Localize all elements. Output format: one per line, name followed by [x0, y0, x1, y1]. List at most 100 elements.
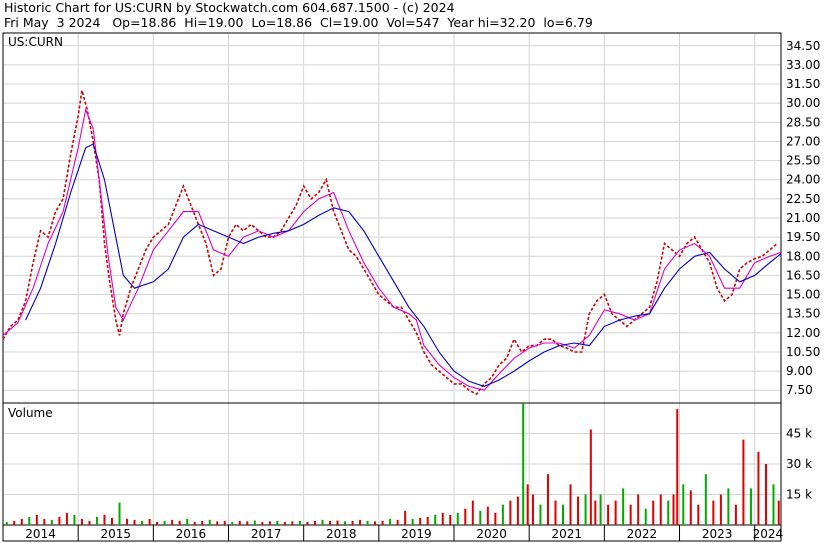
- volume-bar: [749, 488, 752, 525]
- volume-bar: [554, 500, 557, 525]
- volume-bar: [426, 516, 429, 525]
- volume-tick-labels: 45 k 30 k 15 k: [786, 427, 812, 502]
- volume-bar: [727, 488, 730, 525]
- volume-bar: [659, 494, 662, 525]
- volume-bar: [607, 504, 610, 525]
- volume-bar: [298, 520, 301, 525]
- volume-bar: [110, 517, 113, 525]
- volume-bar: [381, 520, 384, 525]
- year-tick-label: 2016: [176, 527, 207, 541]
- volume-bar: [88, 520, 91, 525]
- volume-tick-label: 30 k: [786, 457, 812, 471]
- price-tick-label: 19.50: [786, 230, 820, 244]
- volume-tick-label: 45 k: [786, 427, 812, 441]
- volume-bar: [5, 521, 8, 525]
- price-series: [2, 90, 782, 396]
- volume-bar: [344, 521, 347, 525]
- volume-bar: [697, 504, 700, 525]
- volume-bar: [276, 520, 279, 525]
- volume-bar: [389, 518, 392, 525]
- volume-bar: [95, 516, 98, 525]
- volume-bar: [486, 506, 489, 525]
- year-tick-label: 2017: [251, 527, 282, 541]
- volume-bar: [178, 520, 181, 525]
- volume-bar: [268, 521, 271, 525]
- volume-bar: [231, 521, 234, 525]
- year-grid: [77, 33, 756, 541]
- volume-bar: [599, 494, 602, 525]
- volume-bar: [163, 520, 166, 525]
- volume-bar: [471, 500, 474, 525]
- volume-bar: [58, 516, 61, 525]
- volume-bar: [50, 519, 53, 525]
- volume-bar: [43, 518, 46, 525]
- volume-bar: [65, 512, 68, 525]
- stock-chart: US:CURN Volume 34.50 33.00 31.50 30.00 28.50…: [2, 32, 820, 542]
- volume-bar: [501, 504, 504, 525]
- volume-bar: [516, 496, 519, 525]
- price-tick-label: 34.50: [786, 39, 820, 53]
- volume-bar: [719, 494, 722, 525]
- price-tick-labels: 34.50 33.00 31.50 30.00 28.50 27.00 25.50 24.00…: [786, 39, 820, 397]
- volume-bar: [118, 502, 121, 525]
- price-line: [2, 90, 778, 396]
- year-tick-label: 2022: [627, 527, 658, 541]
- volume-bar: [20, 518, 23, 525]
- volume-bar: [411, 518, 414, 525]
- volume-bar: [682, 484, 685, 525]
- price-tick-label: 24.00: [786, 173, 820, 187]
- volume-bar: [494, 512, 497, 525]
- price-tick-label: 7.50: [786, 383, 813, 397]
- volume-bar: [569, 484, 572, 525]
- volume-bar: [479, 510, 482, 525]
- volume-bar: [336, 520, 339, 525]
- volume-bar: [672, 494, 675, 525]
- volume-bar: [539, 504, 542, 525]
- price-tick-label: 10.50: [786, 345, 820, 359]
- volume-bar: [434, 514, 437, 525]
- volume-bar: [80, 518, 83, 525]
- volume-bar: [584, 494, 587, 525]
- volume-bar: [652, 500, 655, 525]
- year-tick-label: 2019: [401, 527, 432, 541]
- volume-bar: [321, 519, 324, 525]
- volume-bar: [526, 484, 529, 525]
- price-tick-label: 27.00: [786, 134, 820, 148]
- volume-bar: [509, 500, 512, 525]
- price-panel-label: US:CURN: [8, 35, 63, 49]
- price-tick-label: 18.00: [786, 249, 820, 263]
- short-moving-average-line: [2, 107, 782, 391]
- volume-bar: [28, 516, 31, 525]
- volume-bar: [283, 521, 286, 525]
- volume-bar: [246, 521, 249, 525]
- volume-bar: [193, 521, 196, 525]
- volume-bar: [359, 519, 362, 525]
- volume-bar: [704, 474, 707, 525]
- volume-bar: [396, 519, 399, 525]
- volume-bar: [629, 504, 632, 525]
- volume-bar: [148, 518, 151, 525]
- year-tick-labels: 2014 2015 2016 2017 2018 2019 2020 2021 2022 2023…: [25, 527, 783, 541]
- year-tick-label: 2018: [326, 527, 357, 541]
- volume-bar: [772, 484, 775, 525]
- volume-bar: [637, 494, 640, 525]
- volume-bar: [73, 514, 76, 525]
- price-tick-label: 22.50: [786, 192, 820, 206]
- volume-bar: [201, 520, 204, 525]
- price-tick-label: 28.50: [786, 115, 820, 129]
- volume-bar: [441, 512, 444, 525]
- volume-bar: [351, 520, 354, 525]
- volume-bar: [734, 504, 737, 525]
- volume-bar: [328, 520, 331, 525]
- price-tick-label: 12.00: [786, 326, 820, 340]
- volume-bar: [404, 510, 407, 525]
- year-tick-label: 2014: [25, 527, 56, 541]
- volume-bar: [546, 474, 549, 525]
- volume-bar: [261, 521, 264, 525]
- volume-bar: [419, 517, 422, 525]
- price-tick-label: 25.50: [786, 154, 820, 168]
- price-tick-label: 16.50: [786, 268, 820, 282]
- volume-bar: [141, 520, 144, 525]
- volume-bar: [594, 500, 597, 525]
- volume-bar: [689, 490, 692, 525]
